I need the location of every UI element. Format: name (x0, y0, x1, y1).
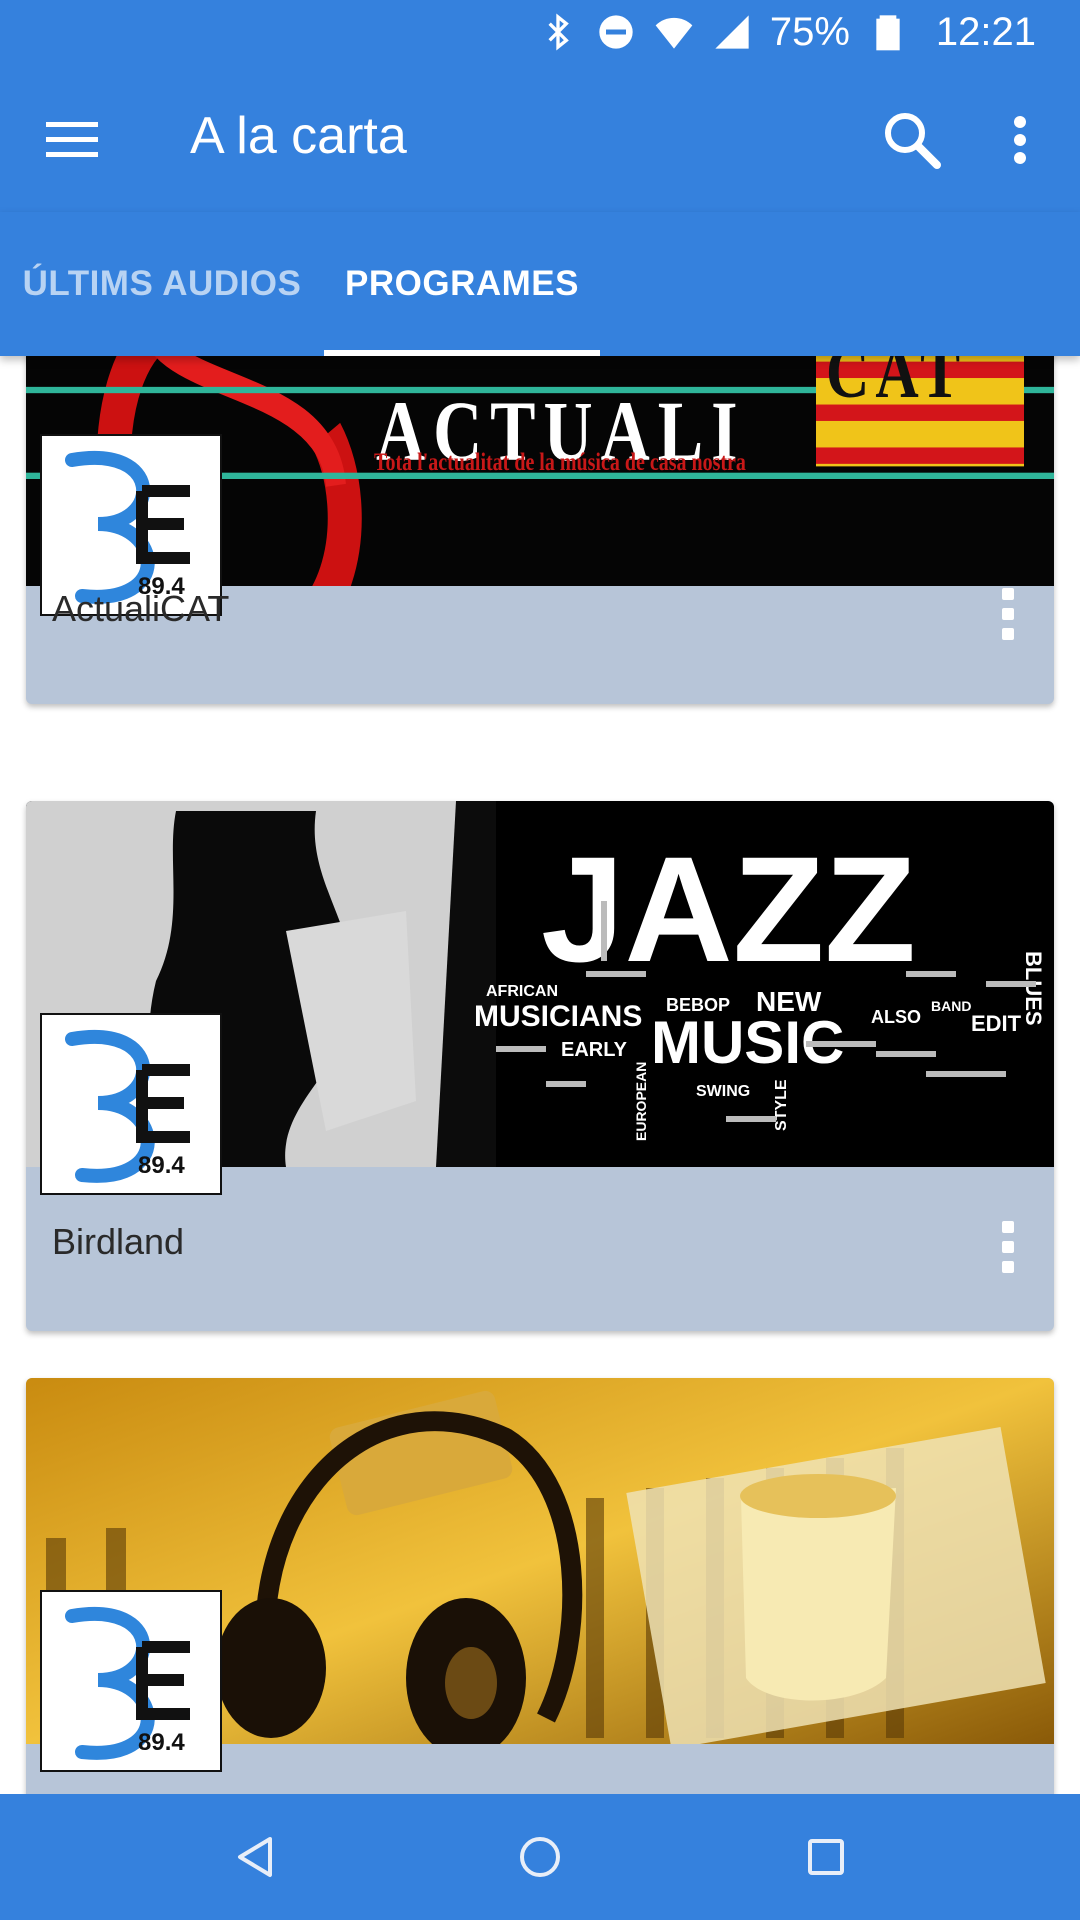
program-card[interactable]: 89.4 (26, 1378, 1054, 1794)
banner-flag-text: CAT (826, 356, 966, 414)
banner-word: EARLY (561, 1039, 628, 1061)
menu-icon (46, 122, 98, 157)
system-nav-bar (0, 1794, 1080, 1920)
station-logo: 89.4 (40, 1590, 222, 1772)
program-title: ActualiCAT (52, 588, 230, 629)
clock: 12:21 (935, 9, 1036, 54)
battery-percentage: 75% (769, 9, 850, 54)
app-bar: A la carta (0, 64, 1080, 212)
tab-ultims-audios[interactable]: ÚLTIMS AUDIOS (0, 212, 324, 356)
programs-list[interactable]: ACTUALI CAT Tota l'actualitat de la músi… (0, 356, 1080, 1794)
home-button[interactable] (512, 1829, 568, 1885)
program-title: Birdland (52, 1221, 185, 1262)
page-title: A la carta (190, 107, 407, 165)
home-icon (520, 1837, 560, 1877)
banner-word: EDIT (971, 1011, 1022, 1036)
back-icon (238, 1837, 272, 1877)
overflow-menu-button[interactable] (992, 104, 1048, 176)
banner-tagline: Tota l'actualitat de la música de casa n… (374, 448, 746, 476)
tab-indicator (324, 350, 600, 356)
banner-word: ALSO (871, 1007, 921, 1027)
banner-word: BLUES (1021, 951, 1046, 1026)
tab-programes[interactable]: PROGRAMES (324, 212, 600, 356)
back-button[interactable] (226, 1829, 282, 1885)
recents-button[interactable] (798, 1829, 854, 1885)
search-button[interactable] (876, 104, 948, 176)
banner-word: EUROPEAN (633, 1062, 649, 1141)
cell-signal-icon (712, 12, 752, 52)
banner-word: AFRICAN (486, 983, 558, 1000)
banner-word: STYLE (773, 1079, 790, 1131)
banner-word: MUSICIANS (474, 1000, 642, 1033)
card-overflow-menu[interactable] (996, 1215, 1020, 1279)
program-card[interactable]: ACTUALI CAT Tota l'actualitat de la músi… (26, 356, 1054, 704)
logo-frequency: 89.4 (138, 1152, 185, 1179)
do-not-disturb-icon (596, 12, 636, 52)
wifi-icon (654, 12, 694, 52)
logo-frequency: 89.4 (138, 1729, 185, 1756)
program-card[interactable]: JAZZ MUSICIANS NEW MUSIC BLUES AFRICAN B… (26, 801, 1054, 1331)
banner-word: SWING (696, 1083, 750, 1100)
banner-word-jazz: JAZZ (541, 825, 916, 993)
more-vert-icon (1014, 116, 1026, 164)
recents-icon (808, 1839, 844, 1875)
banner-word: BAND (931, 998, 971, 1014)
bluetooth-icon (538, 12, 578, 52)
more-vert-icon (1002, 1221, 1014, 1233)
banner-word: BEBOP (666, 995, 730, 1015)
status-bar: 75% 12:21 (0, 0, 1080, 64)
search-icon (885, 113, 941, 169)
station-logo: 89.4 (40, 1013, 222, 1195)
battery-icon (868, 12, 908, 52)
menu-button[interactable] (40, 108, 104, 172)
more-vert-icon (1002, 588, 1014, 600)
tab-bar: ÚLTIMS AUDIOS PROGRAMES (0, 212, 1080, 356)
card-overflow-menu[interactable] (996, 582, 1020, 646)
